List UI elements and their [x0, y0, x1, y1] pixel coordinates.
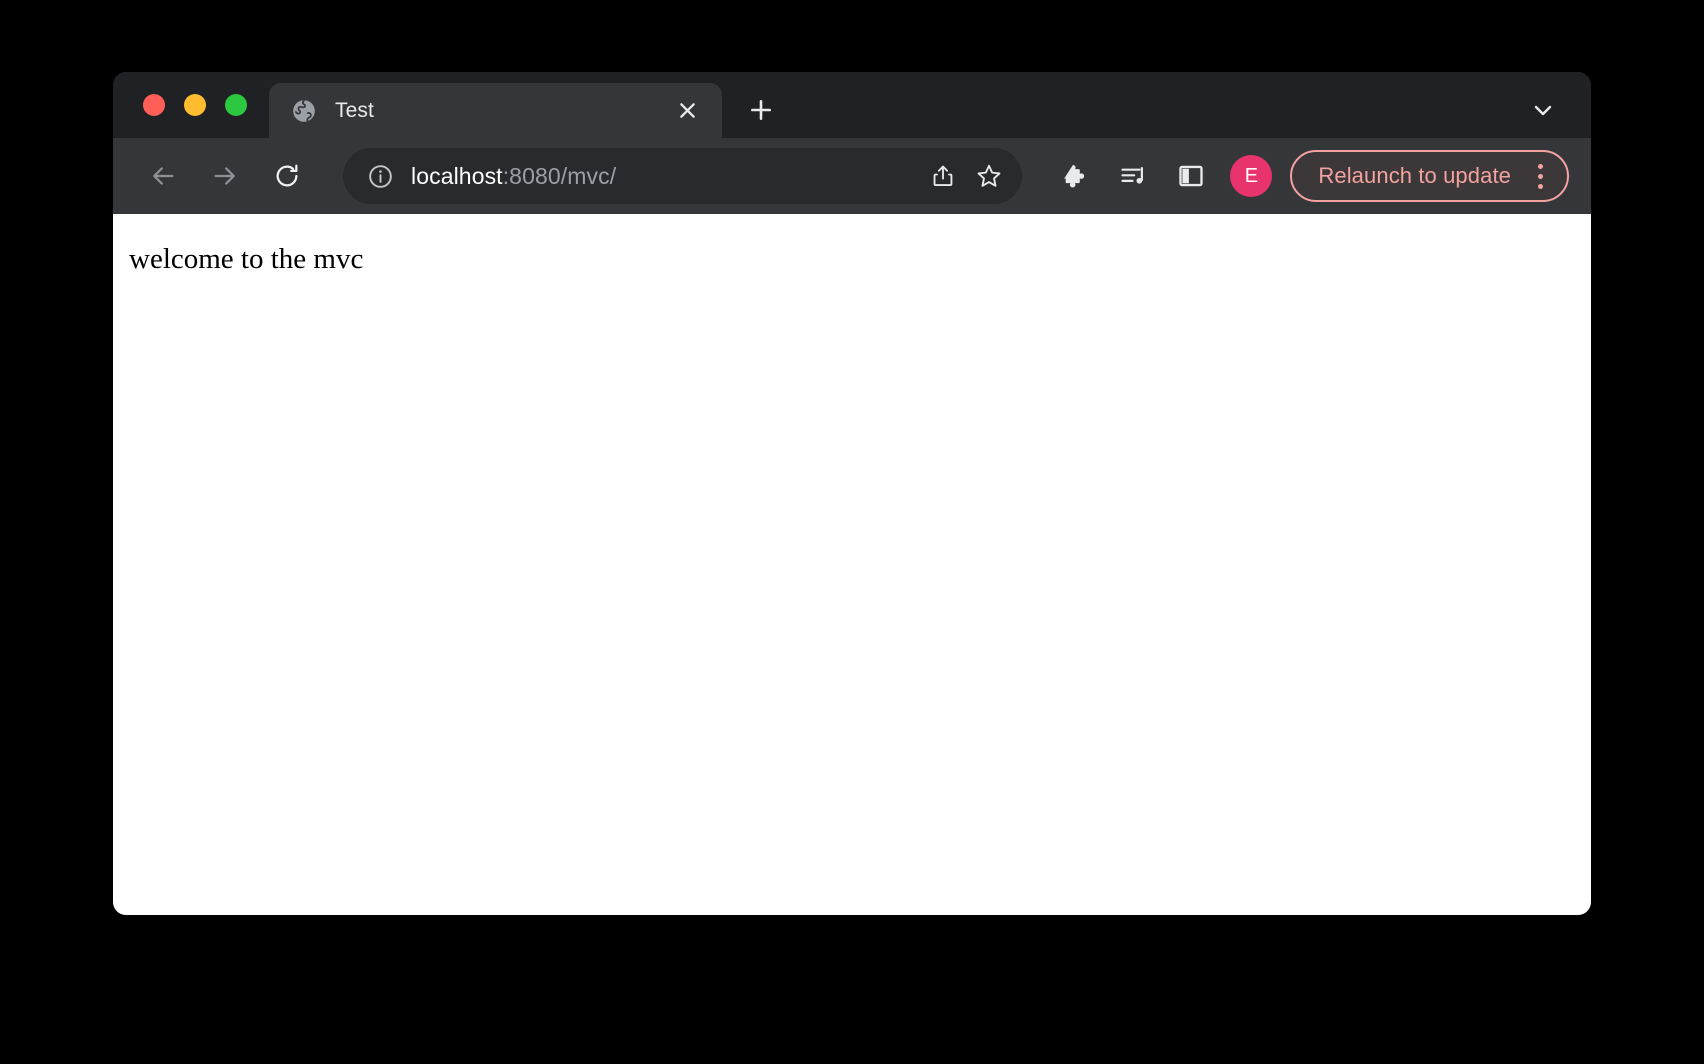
avatar[interactable]: E [1230, 155, 1272, 197]
url-host: localhost [411, 163, 503, 189]
address-bar[interactable]: localhost:8080/mvc/ [343, 148, 1022, 204]
plus-icon[interactable] [740, 89, 782, 131]
tab-title: Test [335, 99, 670, 123]
browser-window: Test [113, 72, 1591, 915]
info-circle-icon[interactable] [365, 161, 395, 191]
reload-icon[interactable] [263, 152, 311, 200]
star-icon[interactable] [968, 155, 1010, 197]
screen: Test [0, 0, 1704, 1064]
minimize-window-button[interactable] [184, 94, 206, 116]
side-panel-icon[interactable] [1168, 153, 1214, 199]
share-icon[interactable] [922, 155, 964, 197]
puzzle-icon[interactable] [1052, 153, 1098, 199]
page-body-text: welcome to the mvc [129, 243, 363, 276]
page-viewport: welcome to the mvc [113, 214, 1591, 915]
globe-icon [291, 98, 317, 124]
chevron-down-icon[interactable] [1521, 88, 1565, 132]
relaunch-to-update-button[interactable]: Relaunch to update [1290, 150, 1569, 202]
url-text: localhost:8080/mvc/ [411, 163, 918, 190]
more-vertical-icon[interactable] [1523, 157, 1557, 195]
close-window-button[interactable] [143, 94, 165, 116]
window-controls [113, 72, 269, 138]
tab-test[interactable]: Test [269, 83, 722, 138]
url-path: :8080/mvc/ [503, 163, 617, 189]
arrow-right-icon[interactable] [201, 152, 249, 200]
arrow-left-icon[interactable] [139, 152, 187, 200]
relaunch-label: Relaunch to update [1318, 163, 1511, 189]
music-list-icon[interactable] [1110, 153, 1156, 199]
close-icon[interactable] [670, 94, 704, 128]
maximize-window-button[interactable] [225, 94, 247, 116]
tab-strip: Test [113, 72, 1591, 138]
browser-toolbar: localhost:8080/mvc/ [113, 138, 1591, 214]
